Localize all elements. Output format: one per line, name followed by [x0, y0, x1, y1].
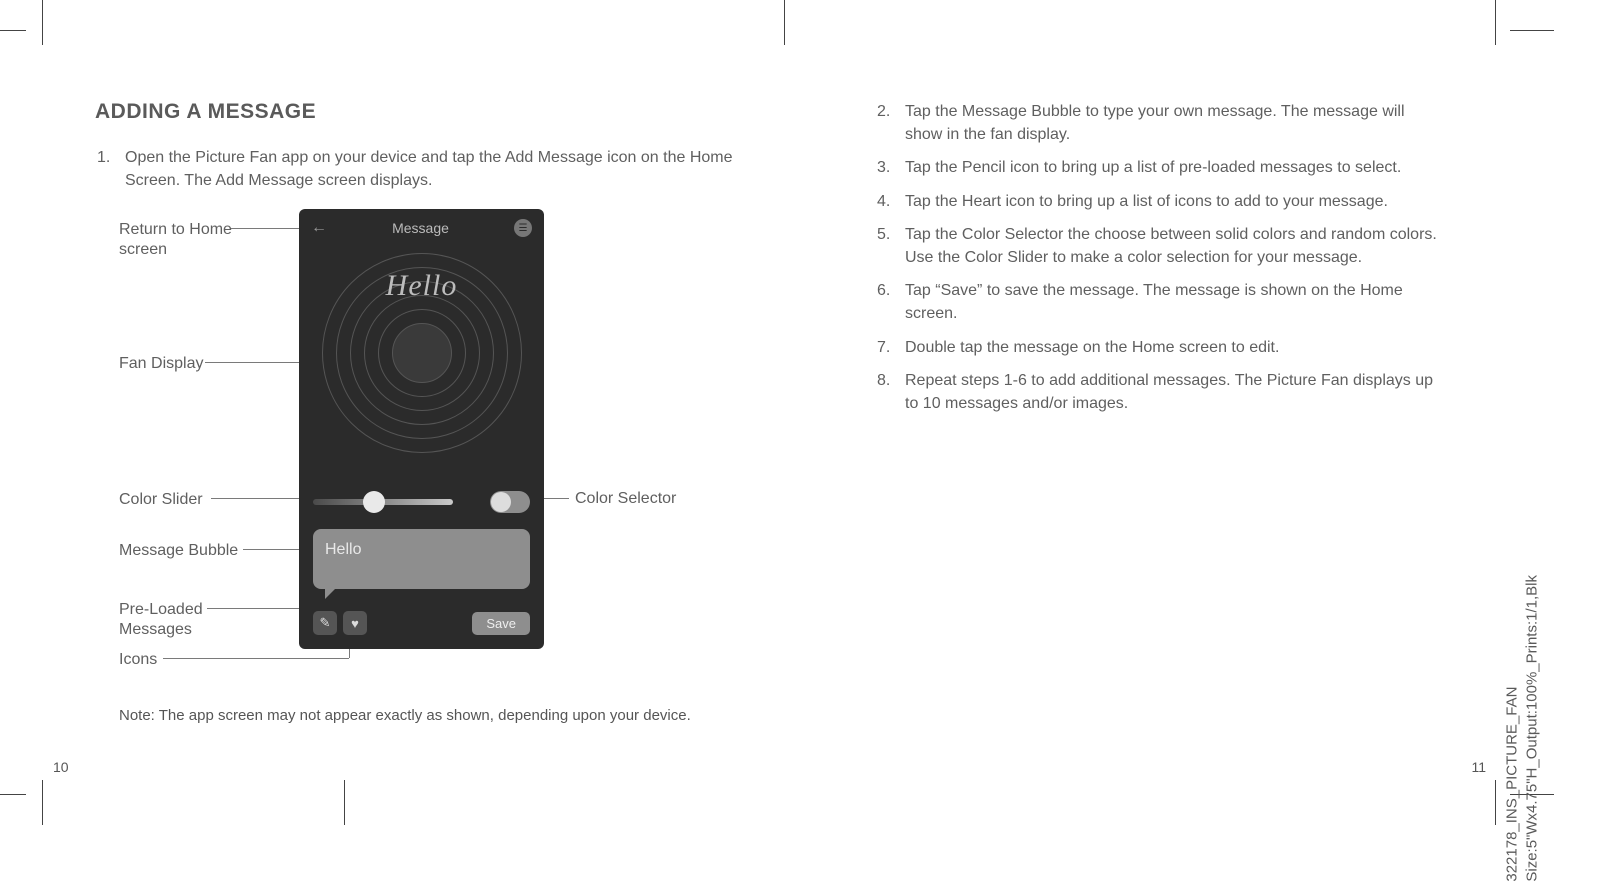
section-heading: ADDING A MESSAGE — [95, 100, 779, 124]
step-number: 8. — [875, 369, 905, 415]
heart-icon[interactable]: ♥ — [343, 611, 367, 635]
callout-fan-display: Fan Display — [119, 354, 203, 374]
fan-display-graphic: Hello — [322, 253, 522, 453]
callout-color-slider: Color Slider — [119, 490, 203, 510]
phone-title: Message — [392, 220, 449, 236]
step-text: Double tap the message on the Home scree… — [905, 336, 1440, 359]
callout-preloaded-messages: Pre-Loaded Messages — [119, 600, 269, 640]
leader-line — [211, 498, 313, 499]
step-number: 7. — [875, 336, 905, 359]
instruction-item: 4.Tap the Heart icon to bring up a list … — [875, 190, 1440, 213]
leader-line — [205, 362, 313, 363]
instruction-item: 1. Open the Picture Fan app on your devi… — [95, 146, 779, 192]
callout-return-home: Return to Home screen — [119, 220, 269, 260]
step-text: Open the Picture Fan app on your device … — [125, 146, 779, 192]
instruction-item: 5.Tap the Color Selector the choose betw… — [875, 223, 1440, 269]
callout-icons: Icons — [119, 650, 157, 670]
callout-color-selector: Color Selector — [575, 490, 676, 508]
print-id-line: 322178_INS_PICTURE_FAN — [1503, 575, 1523, 882]
page-number: 11 — [1471, 759, 1486, 775]
list-icon[interactable]: ☰ — [514, 219, 532, 237]
save-button-label: Save — [486, 616, 516, 631]
instruction-item: 3.Tap the Pencil icon to bring up a list… — [875, 156, 1440, 179]
pencil-icon[interactable]: ✎ — [313, 611, 337, 635]
step-number: 1. — [95, 146, 125, 192]
page-right: 2.Tap the Message Bubble to type your ow… — [839, 30, 1496, 795]
color-selector-toggle[interactable] — [490, 491, 530, 513]
step-text: Tap the Message Bubble to type your own … — [905, 100, 1440, 146]
step-text: Repeat steps 1-6 to add additional messa… — [905, 369, 1440, 415]
page-left: ADDING A MESSAGE 1. Open the Picture Fan… — [43, 30, 839, 795]
phone-mock: ← Message ☰ Hello Hello — [299, 209, 544, 649]
step-text: Tap the Color Selector the choose betwee… — [905, 223, 1440, 269]
page-number: 10 — [53, 759, 69, 775]
crop-mark — [0, 30, 26, 31]
instruction-item: 2.Tap the Message Bubble to type your ow… — [875, 100, 1440, 146]
callout-message-bubble: Message Bubble — [119, 541, 238, 561]
color-controls-row — [313, 490, 530, 514]
instruction-item: 8.Repeat steps 1-6 to add additional mes… — [875, 369, 1440, 415]
crop-mark — [0, 794, 26, 795]
step-number: 3. — [875, 156, 905, 179]
step-text: Tap the Pencil icon to bring up a list o… — [905, 156, 1440, 179]
save-button[interactable]: Save — [472, 612, 530, 635]
crop-mark — [1510, 30, 1554, 31]
fan-display-text: Hello — [322, 269, 522, 303]
message-bubble-text: Hello — [325, 541, 361, 558]
instruction-list: 1. Open the Picture Fan app on your devi… — [95, 146, 779, 192]
instruction-item: 6.Tap “Save” to save the message. The me… — [875, 279, 1440, 325]
phone-bottom-row: ✎ ♥ Save — [313, 609, 530, 637]
annotated-screenshot: Return to Home screen Fan Display Color … — [119, 214, 779, 689]
note-text: Note: The app screen may not appear exac… — [119, 707, 779, 724]
color-slider[interactable] — [313, 499, 453, 505]
print-job-id: 322178_INS_PICTURE_FAN Size:5"Wx4.75"H_O… — [1503, 575, 1542, 882]
step-text: Tap “Save” to save the message. The mess… — [905, 279, 1440, 325]
leader-line — [163, 658, 349, 659]
print-id-line: Size:5"Wx4.75"H_Output:100%_Prints:1/1,B… — [1523, 575, 1543, 882]
slider-knob[interactable] — [363, 491, 385, 513]
step-text: Tap the Heart icon to bring up a list of… — [905, 190, 1440, 213]
instruction-item: 7.Double tap the message on the Home scr… — [875, 336, 1440, 359]
back-arrow-icon[interactable]: ← — [311, 219, 327, 237]
step-number: 2. — [875, 100, 905, 146]
phone-header: ← Message ☰ — [299, 209, 544, 247]
instruction-list: 2.Tap the Message Bubble to type your ow… — [875, 100, 1440, 415]
step-number: 6. — [875, 279, 905, 325]
step-number: 4. — [875, 190, 905, 213]
step-number: 5. — [875, 223, 905, 269]
message-bubble-input[interactable]: Hello — [313, 529, 530, 589]
